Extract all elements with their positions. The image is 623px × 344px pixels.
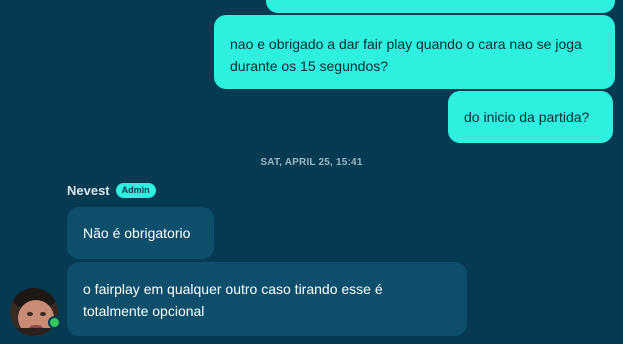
user-avatar-icon — [10, 288, 58, 336]
message-text: nao e obrigado a dar fair play quando o … — [230, 36, 582, 74]
message-text: Não é obrigatorio — [83, 225, 191, 241]
sender-header: Nevest Admin — [67, 183, 156, 198]
outgoing-message-bubble[interactable]: nao e obrigado a dar fair play quando o … — [214, 15, 615, 89]
outgoing-message-bubble[interactable] — [266, 0, 615, 13]
incoming-message-bubble[interactable]: Não é obrigatorio — [67, 207, 214, 259]
online-status-icon — [48, 316, 61, 329]
sender-name[interactable]: Nevest — [67, 183, 110, 198]
date-divider: SAT, APRIL 25, 15:41 — [260, 157, 363, 168]
outgoing-message-bubble[interactable]: do inicio da partida? — [448, 91, 613, 143]
incoming-message-bubble[interactable]: o fairplay em qualquer outro caso tirand… — [67, 262, 467, 336]
message-text: do inicio da partida? — [464, 109, 590, 125]
role-badge: Admin — [115, 183, 156, 198]
user-avatar[interactable] — [10, 288, 61, 336]
message-text: o fairplay em qualquer outro caso tirand… — [83, 281, 383, 319]
